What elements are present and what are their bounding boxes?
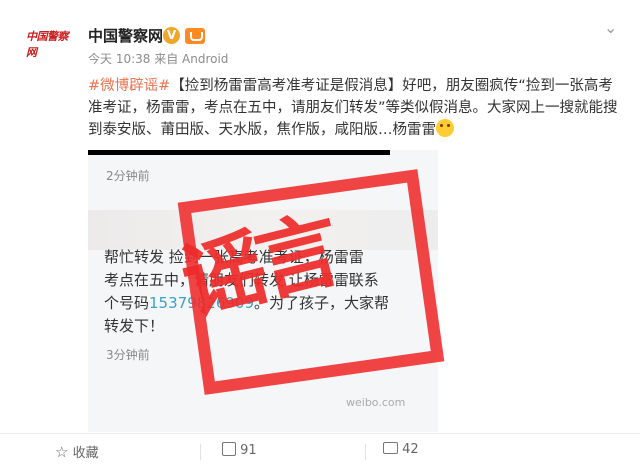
verified-icon: V: [163, 27, 180, 44]
comment-count: 42: [402, 442, 419, 457]
post-meta: 今天 10:38 来自 Android: [88, 52, 229, 66]
repost-button[interactable]: 91: [222, 442, 257, 458]
favorite-button[interactable]: ☆ 收藏: [55, 442, 99, 461]
image-line-3a: 个号码: [104, 294, 150, 312]
favorite-label: 收藏: [72, 446, 99, 461]
image-time-top: 2分钟前: [106, 169, 150, 183]
chevron-down-icon[interactable]: ⌄: [604, 18, 617, 37]
image-top-bar: [88, 150, 390, 155]
repost-count: 91: [240, 443, 257, 458]
star-icon: ☆: [55, 443, 69, 461]
hashtag-link[interactable]: #微博辟谣#: [88, 78, 170, 94]
footer-separator: [200, 444, 201, 460]
image-time-bottom: 3分钟前: [106, 348, 150, 362]
comment-button[interactable]: 42: [383, 442, 419, 457]
post-text: #微博辟谣#【捡到杨雷雷高考准考证是假消息】好吧，朋友圈疯传“捡到一张高考准考证…: [88, 75, 618, 141]
account-name[interactable]: 中国警察网: [88, 25, 163, 46]
logo-lettering: 中国警察网: [26, 30, 69, 59]
footer-divider: [0, 433, 640, 434]
comment-icon: [383, 442, 398, 454]
member-icon: [185, 28, 205, 44]
account-logo[interactable]: 中国警察网: [26, 28, 74, 59]
repost-icon: [222, 442, 236, 456]
footer-separator: [365, 444, 366, 460]
weibo-watermark: weibo.com: [346, 396, 406, 409]
emoji-icon: [436, 119, 454, 137]
